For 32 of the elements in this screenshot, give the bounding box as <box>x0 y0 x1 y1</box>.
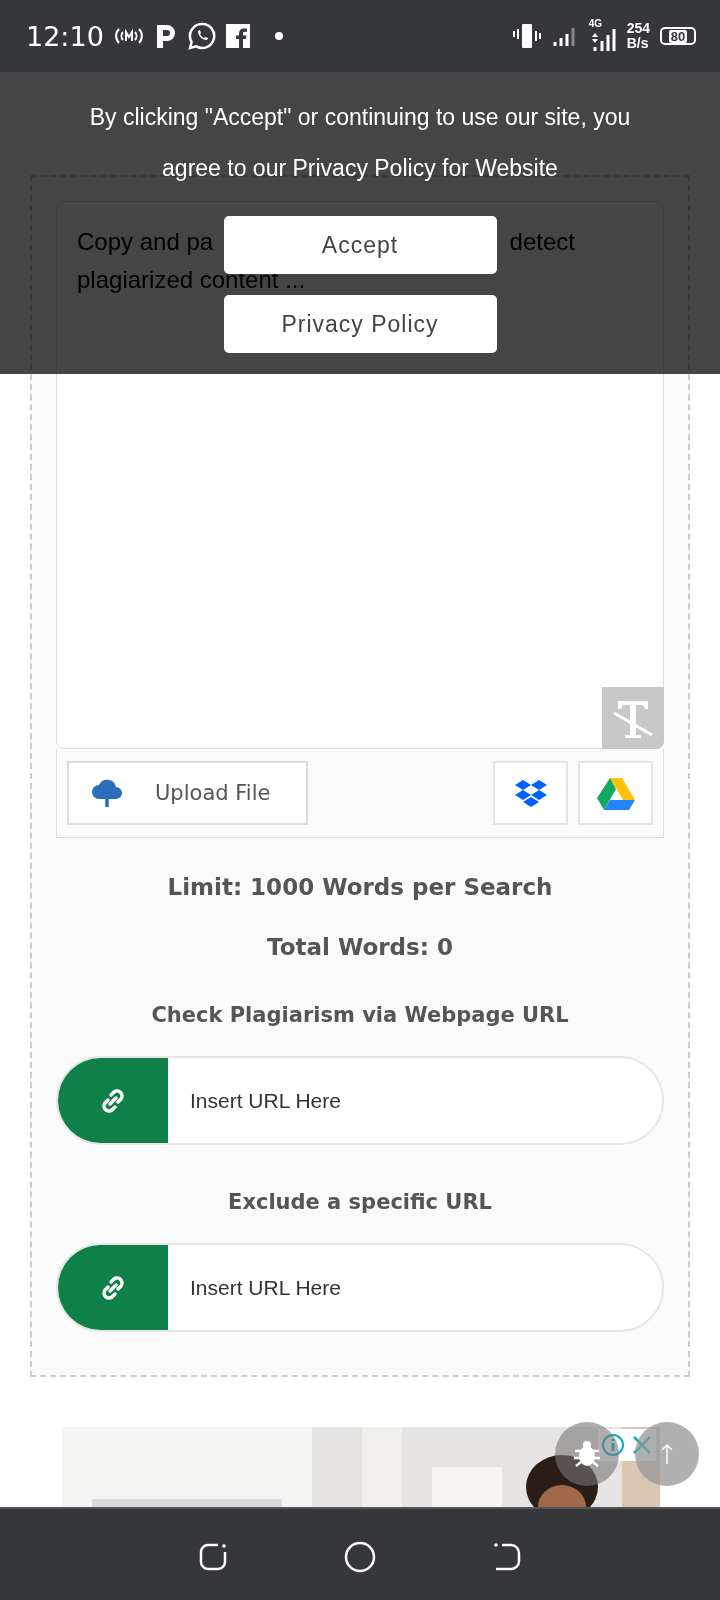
box-icon <box>514 778 547 808</box>
chat-bubble-icon <box>187 22 216 50</box>
word-limit-text: Limit: 1000 Words per Search <box>166 873 554 902</box>
cloud-upload-icon <box>91 777 123 809</box>
home-icon[interactable] <box>343 1539 377 1574</box>
speed-value: 254 <box>626 21 650 36</box>
info-icon[interactable] <box>601 1433 625 1457</box>
privacy-policy-button[interactable]: Privacy Policy <box>223 295 497 353</box>
speed-unit: B/s <box>626 36 650 51</box>
section-heading: Exclude a specific URL <box>227 1189 493 1216</box>
link-button[interactable] <box>58 1058 168 1143</box>
accept-button[interactable]: Accept <box>223 216 497 274</box>
dropbox-button[interactable] <box>493 761 568 825</box>
word-count-text: Total Words: 0 <box>266 933 454 962</box>
f-app-icon <box>225 24 250 48</box>
vibrate-icon <box>512 23 543 49</box>
network-type: 4G <box>588 19 602 29</box>
battery-level: 80 <box>668 29 688 43</box>
section-heading: Check Plagiarism via Webpage URL <box>150 1002 570 1029</box>
up-arrow-icon <box>661 1443 673 1465</box>
triangle-icon <box>595 776 636 810</box>
upload-file-button[interactable]: Upload File <box>67 761 308 825</box>
link-button[interactable] <box>58 1245 168 1330</box>
notification-dot-icon <box>273 31 284 41</box>
clock-time: 12:10 <box>26 20 104 52</box>
placeholder-text: detect <box>509 227 575 257</box>
hotspot-icon <box>113 26 144 46</box>
drive-button[interactable] <box>578 761 653 825</box>
cookie-message: By clicking "Accept" or continuing to use our site, you agree to our Privacy Policy for Website <box>88 103 632 183</box>
placeholder-text: Copy and pa <box>77 227 214 257</box>
url-input-field[interactable]: Insert URL Here <box>56 1056 664 1145</box>
url-input-field[interactable]: Insert URL Here <box>56 1243 664 1332</box>
